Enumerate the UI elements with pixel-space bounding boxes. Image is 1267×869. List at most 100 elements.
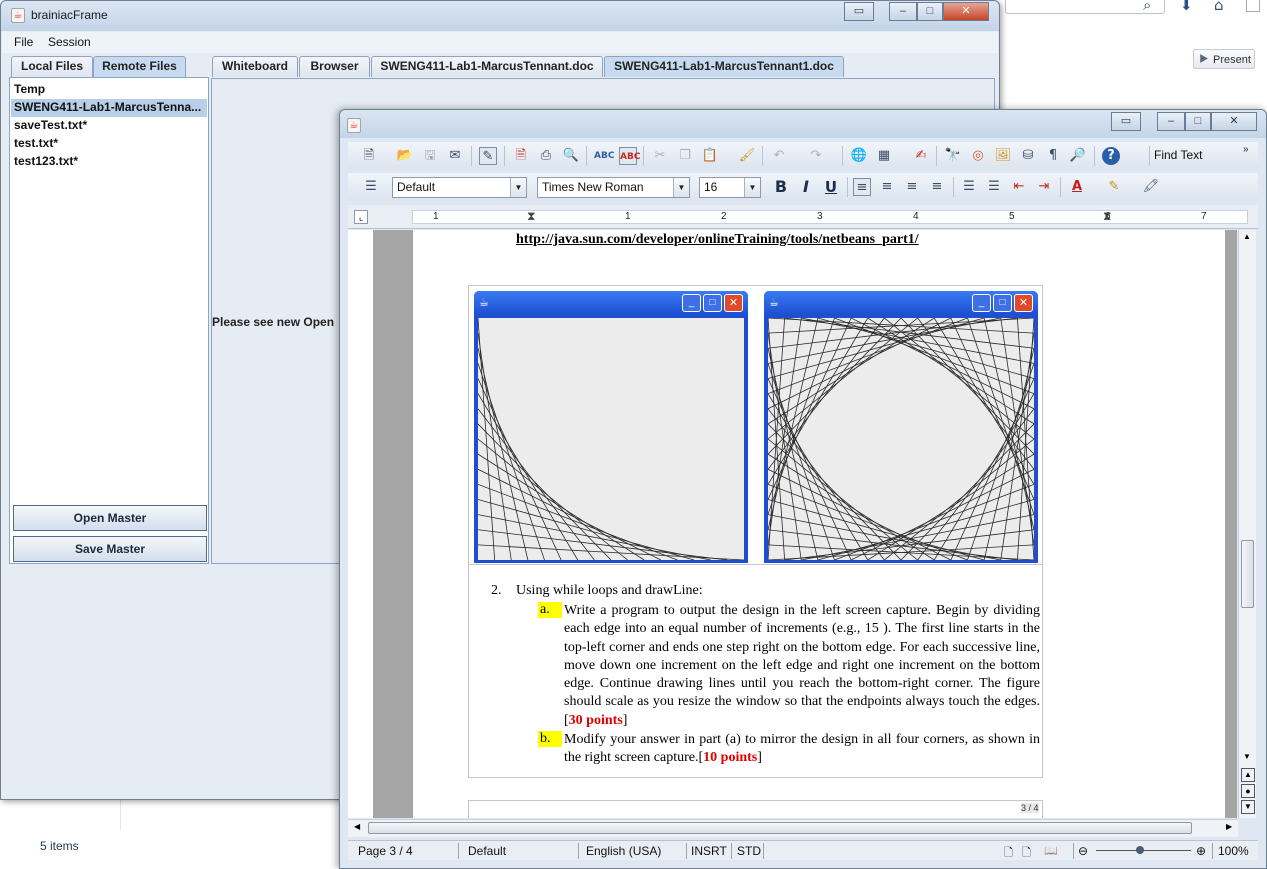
home-icon[interactable]: ⌂ xyxy=(1214,0,1224,14)
chevron-down-icon[interactable]: ▼ xyxy=(510,178,526,197)
copy-icon[interactable]: ❐ xyxy=(676,147,694,165)
tab-browser[interactable]: Browser xyxy=(299,56,370,77)
print-icon[interactable]: ⎙ xyxy=(537,147,555,165)
minimize-button[interactable]: – xyxy=(1157,112,1185,131)
datasources-icon[interactable]: ⛁ xyxy=(1019,147,1037,165)
left-indent-marker[interactable]: ⧗ xyxy=(527,209,535,224)
ruler[interactable]: ⌞ 1 1 2 3 4 5 6 7 ⧗ ⧗ xyxy=(348,205,1258,229)
justify-icon[interactable]: ≡ xyxy=(928,178,946,196)
scroll-up-icon[interactable]: ▲ xyxy=(1243,232,1251,241)
new-document-icon[interactable]: 🗎 xyxy=(360,147,378,165)
background-color-icon[interactable]: 🖍 xyxy=(1142,178,1160,196)
bullets-icon[interactable]: ☰ xyxy=(985,178,1003,196)
writer-titlebar[interactable]: ☕ ▭ – □ ✕ xyxy=(340,110,1266,138)
minimize-button[interactable]: – xyxy=(889,2,917,21)
formatting-marks-icon[interactable]: ¶ xyxy=(1044,147,1062,165)
multi-page-view-icon[interactable]: 🗋 xyxy=(1022,844,1031,863)
highlighting-icon[interactable]: ✎ xyxy=(1105,178,1123,196)
file-item-test[interactable]: test.txt* xyxy=(11,135,207,153)
file-item-test123[interactable]: test123.txt* xyxy=(11,153,207,171)
tile-button[interactable]: ▭ xyxy=(844,2,874,21)
vertical-scroll-thumb[interactable] xyxy=(1241,540,1254,608)
tile-button[interactable]: ▭ xyxy=(1111,112,1141,131)
increase-indent-icon[interactable]: ⇥ xyxy=(1035,178,1053,196)
underline-icon[interactable]: U xyxy=(822,178,840,196)
paste-icon[interactable]: 📋 xyxy=(701,147,719,165)
hyperlink-icon[interactable]: 🌐 xyxy=(850,147,868,165)
help-icon[interactable]: ? xyxy=(1102,147,1120,165)
maximize-button[interactable]: □ xyxy=(1185,112,1211,131)
navigator-icon[interactable]: ◎ xyxy=(969,147,987,165)
draw-functions-icon[interactable]: ✍ xyxy=(912,147,930,165)
single-page-view-icon[interactable]: 🗋 xyxy=(1004,844,1013,863)
tab-remote-files[interactable]: Remote Files xyxy=(93,56,186,77)
close-button[interactable]: ✕ xyxy=(1211,112,1257,131)
url-link[interactable]: http://java.sun.com/developer/onlineTrai… xyxy=(516,232,919,248)
align-center-icon[interactable]: ≡ xyxy=(878,178,896,196)
autospellcheck-icon[interactable]: ABC xyxy=(619,147,640,165)
file-item-savetest[interactable]: saveTest.txt* xyxy=(11,117,207,135)
brainiac-titlebar[interactable]: ☕ brainiacFrame ▭ – □ ✕ xyxy=(1,1,999,31)
menu-session[interactable]: Session xyxy=(48,35,91,49)
clone-format-icon[interactable]: 🖌 xyxy=(738,147,756,165)
chevron-down-icon[interactable]: ▼ xyxy=(744,178,760,197)
zoom-in-icon[interactable]: ⊕ xyxy=(1196,844,1206,858)
cut-icon[interactable]: ✂ xyxy=(651,147,669,165)
save-icon[interactable]: 🖫 xyxy=(421,147,439,165)
status-insert-mode[interactable]: INSRT xyxy=(691,844,727,858)
status-selection-mode[interactable]: STD xyxy=(737,844,761,858)
previous-page-icon[interactable]: ▲ xyxy=(1241,768,1255,782)
next-page-icon[interactable]: ▼ xyxy=(1241,800,1255,814)
tab-local-files[interactable]: Local Files xyxy=(11,56,93,77)
email-icon[interactable]: ✉ xyxy=(446,147,464,165)
undo-icon[interactable]: ↶ xyxy=(770,147,788,165)
scroll-right-icon[interactable]: ▶ xyxy=(1226,822,1232,831)
vertical-scrollbar[interactable]: ▲ ▼ ▲ ● ▼ xyxy=(1238,230,1256,818)
align-left-icon[interactable]: ≡ xyxy=(853,178,871,196)
open-folder-icon[interactable]: 📂 xyxy=(396,147,414,165)
search-icon[interactable]: ⌕ xyxy=(1143,0,1151,14)
zoom-out-icon[interactable]: ⊖ xyxy=(1078,844,1088,858)
spellcheck-icon[interactable]: ABC xyxy=(594,147,614,165)
font-name-select[interactable]: Times New Roman ▼ xyxy=(537,177,690,198)
down-arrow-icon[interactable]: ⬇ xyxy=(1180,0,1193,14)
close-button[interactable]: ✕ xyxy=(943,2,989,21)
chevron-icon[interactable]: » xyxy=(1243,144,1249,155)
status-language[interactable]: English (USA) xyxy=(586,844,661,858)
bold-icon[interactable]: B xyxy=(772,178,790,196)
decrease-indent-icon[interactable]: ⇤ xyxy=(1010,178,1028,196)
status-page-style[interactable]: Default xyxy=(468,844,506,858)
book-view-icon[interactable]: 📖 xyxy=(1044,844,1058,857)
zoom-slider-thumb[interactable] xyxy=(1136,846,1144,854)
maximize-button[interactable]: □ xyxy=(917,2,943,21)
edit-mode-icon[interactable]: ✎ xyxy=(479,147,497,165)
right-indent-marker[interactable]: ⧗ xyxy=(1103,209,1111,224)
table-icon[interactable]: ▦ xyxy=(875,147,893,165)
horizontal-scroll-thumb[interactable] xyxy=(368,822,1192,834)
scroll-left-icon[interactable]: ◀ xyxy=(354,822,360,831)
status-page[interactable]: Page 3 / 4 xyxy=(358,844,413,858)
redo-icon[interactable]: ↷ xyxy=(807,147,825,165)
save-master-button[interactable]: Save Master xyxy=(13,536,207,562)
open-master-button[interactable]: Open Master xyxy=(13,505,207,531)
paragraph-style-select[interactable]: Default ▼ xyxy=(392,177,527,198)
document-view[interactable]: http://java.sun.com/developer/onlineTrai… xyxy=(348,230,1237,818)
horizontal-scrollbar[interactable]: ◀ ▶ xyxy=(348,819,1238,837)
scroll-down-icon[interactable]: ▼ xyxy=(1243,752,1251,761)
export-pdf-icon[interactable]: 🗎 xyxy=(512,147,530,165)
styles-formatting-icon[interactable]: ☰ xyxy=(362,178,380,196)
file-item-sweng411[interactable]: SWENG411-Lab1-MarcusTenna... xyxy=(11,99,207,117)
zoom-icon[interactable]: 🔎 xyxy=(1069,147,1087,165)
zoom-percent[interactable]: 100% xyxy=(1218,844,1249,858)
find-text-label[interactable]: Find Text xyxy=(1154,148,1202,162)
present-button[interactable]: Present xyxy=(1193,49,1255,69)
gallery-icon[interactable]: 🖼 xyxy=(994,147,1012,165)
file-item-temp[interactable]: Temp xyxy=(11,81,207,99)
navigation-icon[interactable]: ● xyxy=(1241,784,1255,798)
menu-file[interactable]: File xyxy=(14,35,33,49)
explorer-search-box[interactable] xyxy=(1005,0,1165,14)
italic-icon[interactable]: I xyxy=(797,178,815,196)
print-preview-icon[interactable]: 🔍 xyxy=(562,147,580,165)
tab-whiteboard[interactable]: Whiteboard xyxy=(212,56,298,77)
numbering-icon[interactable]: ☰ xyxy=(960,178,978,196)
